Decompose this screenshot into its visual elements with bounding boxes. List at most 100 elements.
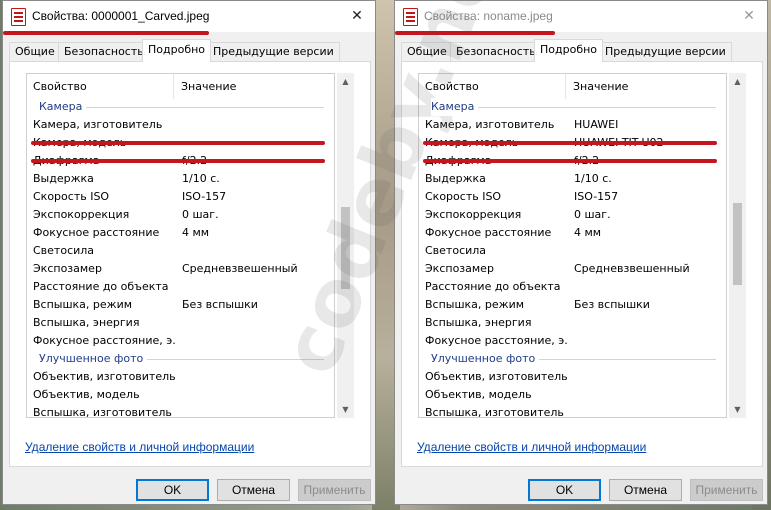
- table-row[interactable]: Скорость ISO ISO-157: [419, 188, 726, 206]
- table-row[interactable]: Выдержка 1/10 с.: [419, 170, 726, 188]
- property-name: Фокусное расстояние, э...: [425, 334, 567, 347]
- table-row[interactable]: Вспышка, энергия: [27, 314, 334, 332]
- property-name: Вспышка, режим: [425, 298, 525, 311]
- tab-general[interactable]: Общие: [9, 42, 61, 61]
- property-value: Без вспышки: [182, 298, 258, 311]
- pdf-file-icon: [11, 8, 26, 26]
- property-value: 4 мм: [182, 226, 210, 239]
- tab-previous-versions[interactable]: Предыдущие версии: [599, 42, 732, 61]
- apply-button[interactable]: Применить: [298, 479, 371, 501]
- group-label: Камера: [431, 98, 479, 116]
- tab-security[interactable]: Безопасность: [450, 42, 542, 61]
- remove-properties-link[interactable]: Удаление свойств и личной информации: [417, 440, 646, 454]
- table-row[interactable]: Экспозамер Средневзвешенный: [27, 260, 334, 278]
- table-row[interactable]: Камера, изготовитель HUAWEI: [419, 116, 726, 134]
- close-icon[interactable]: ✕: [347, 6, 367, 26]
- property-name: Вспышка, изготовитель: [425, 406, 564, 418]
- group-label: Улучшенное фото: [39, 350, 148, 368]
- table-row[interactable]: Фокусное расстояние 4 мм: [419, 224, 726, 242]
- table-row[interactable]: Объектив, изготовитель: [419, 368, 726, 386]
- scrollbar-thumb[interactable]: [733, 203, 742, 285]
- window-title: Свойства: 0000001_Carved.jpeg: [32, 9, 210, 23]
- table-row[interactable]: Фокусное расстояние 4 мм: [27, 224, 334, 242]
- table-row[interactable]: Объектив, изготовитель: [27, 368, 334, 386]
- property-value: 0 шаг.: [182, 208, 219, 221]
- table-row[interactable]: Вспышка, изготовитель: [419, 404, 726, 418]
- scroll-up-icon[interactable]: ▲: [337, 73, 354, 90]
- column-header-value[interactable]: Значение: [175, 74, 236, 99]
- property-name: Экспозамер: [425, 262, 494, 275]
- scrollbar-thumb[interactable]: [341, 207, 350, 289]
- details-panel: Свойство Значение Камера Камера, изготов…: [401, 61, 763, 467]
- table-row[interactable]: Фокусное расстояние, э...: [419, 332, 726, 350]
- vertical-scrollbar[interactable]: ▲ ▼: [729, 73, 746, 418]
- list-header: Свойство Значение: [419, 74, 726, 99]
- list-header: Свойство Значение: [27, 74, 334, 99]
- close-icon[interactable]: ✕: [739, 6, 759, 26]
- tab-security[interactable]: Безопасность: [58, 42, 150, 61]
- table-row[interactable]: Светосила: [419, 242, 726, 260]
- table-row[interactable]: Вспышка, энергия: [419, 314, 726, 332]
- column-header-value[interactable]: Значение: [567, 74, 628, 99]
- scroll-down-icon[interactable]: ▼: [729, 401, 746, 418]
- table-row[interactable]: Объектив, модель: [27, 386, 334, 404]
- table-row[interactable]: Вспышка, режим Без вспышки: [27, 296, 334, 314]
- ok-button[interactable]: OK: [136, 479, 209, 501]
- property-value: HUAWEI: [574, 118, 619, 131]
- scroll-down-icon[interactable]: ▼: [337, 401, 354, 418]
- table-row[interactable]: Экспокоррекция 0 шаг.: [419, 206, 726, 224]
- property-name: Вспышка, изготовитель: [33, 406, 172, 418]
- group-enhanced-photo: Улучшенное фото: [419, 350, 726, 368]
- property-name: Экспокоррекция: [33, 208, 130, 221]
- table-row[interactable]: Скорость ISO ISO-157: [27, 188, 334, 206]
- property-name: Скорость ISO: [425, 190, 502, 203]
- property-name: Выдержка: [425, 172, 486, 185]
- table-row[interactable]: Камера, изготовитель: [27, 116, 334, 134]
- title-bar[interactable]: Свойства: noname.jpeg ✕: [395, 1, 767, 32]
- property-name: Вспышка, энергия: [33, 316, 140, 329]
- property-name: Вспышка, энергия: [425, 316, 532, 329]
- group-camera: Камера: [27, 98, 334, 116]
- column-header-property[interactable]: Свойство: [419, 74, 566, 99]
- properties-list[interactable]: Свойство Значение Камера Камера, изготов…: [418, 73, 727, 418]
- ok-button[interactable]: OK: [528, 479, 601, 501]
- cancel-button[interactable]: Отмена: [217, 479, 290, 501]
- table-row[interactable]: Вспышка, режим Без вспышки: [419, 296, 726, 314]
- cancel-button[interactable]: Отмена: [609, 479, 682, 501]
- red-highlight-underline: [31, 141, 325, 145]
- table-row[interactable]: Объектив, модель: [419, 386, 726, 404]
- table-row[interactable]: Светосила: [27, 242, 334, 260]
- table-row[interactable]: Вспышка, изготовитель: [27, 404, 334, 418]
- table-row[interactable]: Экспокоррекция 0 шаг.: [27, 206, 334, 224]
- table-row[interactable]: Расстояние до объекта: [419, 278, 726, 296]
- red-highlight-underline: [423, 141, 717, 145]
- property-name: Фокусное расстояние: [33, 226, 160, 239]
- details-panel: Свойство Значение Камера Камера, изготов…: [9, 61, 371, 467]
- property-name: Объектив, модель: [33, 388, 140, 401]
- scroll-up-icon[interactable]: ▲: [729, 73, 746, 90]
- title-bar[interactable]: Свойства: 0000001_Carved.jpeg ✕: [3, 1, 375, 32]
- window-title: Свойства: noname.jpeg: [424, 9, 553, 23]
- vertical-scrollbar[interactable]: ▲ ▼: [337, 73, 354, 418]
- table-row[interactable]: Фокусное расстояние, э...: [27, 332, 334, 350]
- table-row[interactable]: Расстояние до объекта: [27, 278, 334, 296]
- tab-details[interactable]: Подробно: [142, 39, 212, 62]
- apply-button[interactable]: Применить: [690, 479, 763, 501]
- remove-properties-link[interactable]: Удаление свойств и личной информации: [25, 440, 254, 454]
- tab-previous-versions[interactable]: Предыдущие версии: [207, 42, 340, 61]
- property-name: Объектив, модель: [425, 388, 532, 401]
- table-row[interactable]: Выдержка 1/10 с.: [27, 170, 334, 188]
- red-highlight-underline: [3, 31, 209, 35]
- tab-details[interactable]: Подробно: [534, 39, 604, 62]
- property-name: Расстояние до объекта: [33, 280, 169, 293]
- properties-list[interactable]: Свойство Значение Камера Камера, изготов…: [26, 73, 335, 418]
- property-value: ISO-157: [574, 190, 619, 203]
- property-name: Камера, изготовитель: [425, 118, 555, 131]
- tab-general[interactable]: Общие: [401, 42, 453, 61]
- table-row[interactable]: Экспозамер Средневзвешенный: [419, 260, 726, 278]
- property-name: Светосила: [425, 244, 487, 257]
- column-header-property[interactable]: Свойство: [27, 74, 174, 99]
- rows-container: Камера Камера, изготовитель HUAWEI Камера…: [419, 98, 726, 418]
- group-enhanced-photo: Улучшенное фото: [27, 350, 334, 368]
- group-label: Улучшенное фото: [431, 350, 540, 368]
